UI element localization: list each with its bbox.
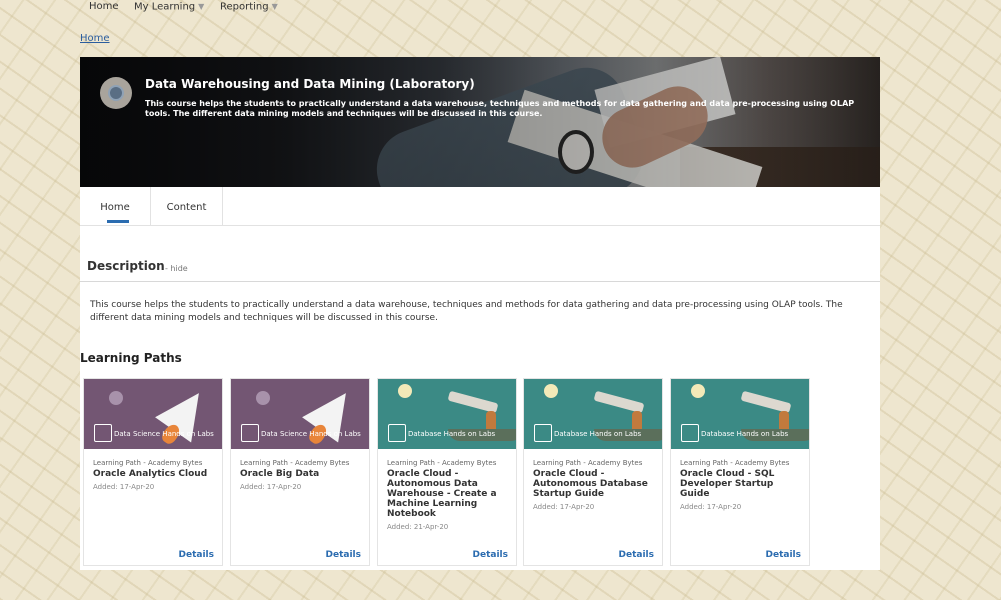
card-added-date: Added: 21-Apr-20: [387, 523, 449, 531]
card-title[interactable]: Oracle Cloud - Autonomous Database Start…: [533, 469, 658, 512]
details-link[interactable]: Details: [766, 550, 801, 560]
lab-icon: [681, 424, 699, 442]
planet-icon: [109, 391, 123, 405]
card-title-text: Oracle Big Data: [240, 469, 320, 479]
top-nav: Home My Learning ▼ Reporting ▼: [0, 0, 1001, 16]
card-image-label: Database Hands on Labs: [701, 430, 789, 438]
card-added-date: Added: 17-Apr-20: [93, 483, 155, 491]
card-title[interactable]: Oracle Cloud - Autonomous Data Warehouse…: [387, 469, 512, 532]
details-link[interactable]: Details: [619, 550, 654, 560]
lab-icon: [241, 424, 259, 442]
course-title: Data Warehousing and Data Mining (Labora…: [145, 77, 475, 91]
divider: [80, 281, 880, 282]
course-banner-description: This course helps the students to practi…: [145, 99, 855, 118]
nav-home[interactable]: Home: [89, 0, 119, 13]
card-meta: Learning Path - Academy Bytes: [680, 459, 790, 467]
card-image: Database Hands on Labs: [524, 379, 662, 449]
telescope-icon: [447, 390, 499, 414]
moon-icon: [691, 384, 705, 398]
course-logo-inner: [108, 85, 124, 101]
course-logo-icon: [100, 77, 132, 109]
details-link[interactable]: Details: [473, 550, 508, 560]
card-title[interactable]: Oracle Big Data Added: 17-Apr-20: [240, 469, 365, 492]
lab-icon: [94, 424, 112, 442]
chevron-down-icon: ▼: [198, 2, 205, 11]
lab-icon: [534, 424, 552, 442]
learning-path-card[interactable]: Database Hands on Labs Learning Path - A…: [523, 378, 663, 566]
card-image-label: Database Hands on Labs: [408, 430, 496, 438]
breadcrumb-home[interactable]: Home: [80, 33, 110, 44]
learning-paths-heading: Learning Paths: [80, 351, 182, 365]
telescope-icon: [593, 390, 645, 414]
card-title-text: Oracle Analytics Cloud: [93, 469, 208, 479]
learning-path-card[interactable]: Database Hands on Labs Learning Path - A…: [670, 378, 810, 566]
card-image-label: Data Science Hands on Labs: [261, 430, 361, 438]
card-image: Database Hands on Labs: [378, 379, 516, 449]
chevron-down-icon: ▼: [271, 2, 278, 11]
learning-path-card[interactable]: Data Science Hands on Labs Learning Path…: [83, 378, 223, 566]
description-text: This course helps the students to practi…: [90, 300, 843, 323]
learning-path-card[interactable]: Data Science Hands on Labs Learning Path…: [230, 378, 370, 566]
nav-my-learning-label: My Learning: [134, 1, 196, 13]
planet-icon: [256, 391, 270, 405]
card-title-text: Oracle Cloud - SQL Developer Startup Gui…: [680, 469, 775, 499]
card-title-text: Oracle Cloud - Autonomous Data Warehouse…: [387, 469, 497, 519]
details-link[interactable]: Details: [179, 550, 214, 560]
tab-home[interactable]: Home: [80, 187, 151, 225]
card-image: Database Hands on Labs: [671, 379, 809, 449]
card-image: Data Science Hands on Labs: [231, 379, 369, 449]
nav-reporting[interactable]: Reporting ▼: [220, 0, 278, 14]
nav-reporting-label: Reporting: [220, 1, 269, 13]
card-added-date: Added: 17-Apr-20: [680, 503, 742, 511]
card-title-text: Oracle Cloud - Autonomous Database Start…: [533, 469, 648, 499]
telescope-icon: [740, 390, 792, 414]
card-image: Data Science Hands on Labs: [84, 379, 222, 449]
lab-icon: [388, 424, 406, 442]
nav-my-learning[interactable]: My Learning ▼: [134, 0, 204, 14]
card-added-date: Added: 17-Apr-20: [533, 503, 595, 511]
card-meta: Learning Path - Academy Bytes: [387, 459, 497, 467]
card-meta: Learning Path - Academy Bytes: [533, 459, 643, 467]
moon-icon: [544, 384, 558, 398]
tab-content[interactable]: Content: [151, 187, 223, 225]
card-image-label: Database Hands on Labs: [554, 430, 642, 438]
moon-icon: [398, 384, 412, 398]
card-meta: Learning Path - Academy Bytes: [93, 459, 203, 467]
description-heading: Description: [87, 259, 165, 273]
details-link[interactable]: Details: [326, 550, 361, 560]
card-meta: Learning Path - Academy Bytes: [240, 459, 350, 467]
learning-path-card[interactable]: Database Hands on Labs Learning Path - A…: [377, 378, 517, 566]
card-image-label: Data Science Hands on Labs: [114, 430, 214, 438]
card-title[interactable]: Oracle Analytics Cloud Added: 17-Apr-20: [93, 469, 218, 492]
card-added-date: Added: 17-Apr-20: [240, 483, 302, 491]
course-banner: Data Warehousing and Data Mining (Labora…: [80, 57, 880, 187]
hide-description-link[interactable]: - hide: [165, 264, 188, 273]
course-tabs: Home Content: [80, 187, 880, 226]
card-title[interactable]: Oracle Cloud - SQL Developer Startup Gui…: [680, 469, 805, 512]
